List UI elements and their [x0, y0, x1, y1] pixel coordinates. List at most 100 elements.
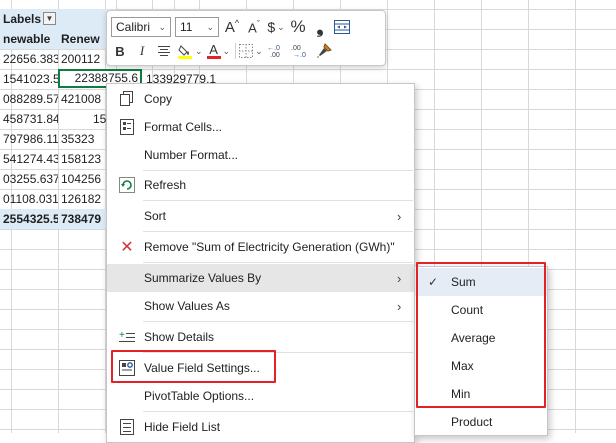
pivot-grand-total-row: 2554325.5 738479 [0, 209, 116, 229]
format-painter-button[interactable] [315, 41, 333, 61]
font-color-icon: A [206, 43, 221, 59]
highlight-box-value-field-settings [111, 350, 276, 383]
toolbar-separator [235, 43, 237, 59]
show-details-icon: + [118, 328, 136, 346]
align-center-icon [158, 46, 170, 56]
menu-item-label: Show Values As [144, 299, 230, 313]
comma-style-button[interactable]: ❟ [311, 17, 329, 37]
increase-font-size-button[interactable]: A^ [223, 17, 241, 37]
font-size-value: 11 [180, 20, 193, 34]
increase-decimal-button[interactable]: ←.0 .00 [267, 41, 287, 61]
submenu-item-label: Product [451, 415, 493, 429]
menu-item-show-values-as[interactable]: Show Values As › [107, 292, 414, 320]
pivot-value-cell[interactable]: 797986.11 [0, 129, 58, 149]
bold-button[interactable]: B [111, 41, 129, 61]
currency-icon: $ [267, 19, 276, 35]
pivot-value-cell[interactable]: 01108.031 [0, 189, 58, 209]
fill-color-icon [178, 45, 192, 59]
pivot-data-row: 01108.031 126182 [0, 189, 116, 209]
menu-item-label: Copy [144, 92, 173, 106]
menu-item-pivottable-options[interactable]: PivotTable Options... [107, 382, 414, 410]
close-icon: ✕ [120, 239, 134, 256]
menu-item-refresh[interactable]: Refresh [107, 171, 414, 199]
menu-item-hide-field-list[interactable]: Hide Field List [107, 413, 414, 441]
menu-item-show-details[interactable]: + Show Details [107, 323, 414, 351]
chevron-down-icon: ⌄ [222, 45, 231, 56]
font-color-button[interactable]: A ⌄ [206, 41, 231, 61]
pivot-data-row: 541274.43 158123 [0, 149, 116, 169]
pivot-header-row: Labels [0, 9, 116, 29]
chevron-down-icon: ⌄ [195, 45, 203, 56]
percent-style-button[interactable]: % [289, 17, 307, 37]
decrease-font-size-button[interactable]: Aˇ [245, 17, 263, 37]
merge-center-icon [334, 20, 350, 34]
format-cells-icon [118, 118, 136, 136]
svg-text:→.0: →.0 [293, 52, 306, 58]
menu-separator [143, 321, 413, 322]
menu-separator [143, 411, 413, 412]
borders-button[interactable]: ⌄ [239, 41, 263, 61]
menu-item-sort[interactable]: Sort › [107, 202, 414, 230]
font-name-value: Calibri [116, 20, 151, 34]
chevron-right-icon: › [397, 298, 402, 314]
pivot-value-cell[interactable]: 088289.57 [0, 89, 58, 109]
comma-icon: ❟ [316, 16, 324, 37]
svg-text:+: + [119, 330, 125, 341]
filter-dropdown-button[interactable]: ▼ [43, 12, 56, 25]
context-menu: Copy Format Cells... Number Format... Re… [106, 83, 415, 443]
menu-item-label: Summarize Values By [144, 271, 262, 285]
pivot-value-cell[interactable]: 03255.637 [0, 169, 58, 189]
copy-icon [118, 90, 136, 108]
menu-item-label: Refresh [144, 178, 187, 192]
menu-separator [143, 200, 413, 201]
pivot-data-row: 797986.11 35323 [0, 129, 116, 149]
mini-toolbar-row-1: Calibri ⌄ 11 ⌄ A^ Aˇ $ ⌄ % ❟ [111, 15, 355, 39]
menu-item-format-cells[interactable]: Format Cells... [107, 113, 414, 141]
pivot-data-row: 03255.637 104256 [0, 169, 116, 189]
menu-item-label: Format Cells... [144, 120, 223, 134]
pivot-data-row: 1541023.5 [0, 69, 58, 89]
pivot-data-row: 088289.57 421008 [0, 89, 116, 109]
pivot-value-cell[interactable]: 458731.84 [0, 109, 58, 129]
decrease-decimal-icon: .00 →.0 [291, 45, 306, 58]
italic-button[interactable]: I [133, 41, 151, 61]
field-list-icon [118, 418, 136, 436]
submenu-item-product[interactable]: Product [415, 408, 547, 436]
svg-text:.00: .00 [270, 52, 280, 58]
shrink-font-icon: Aˇ [248, 18, 260, 36]
font-name-dropdown[interactable]: Calibri ⌄ [111, 17, 171, 37]
italic-icon: I [139, 43, 145, 58]
decrease-decimal-button[interactable]: .00 →.0 [291, 41, 311, 61]
pivot-total-cell[interactable]: 2554325.5 [0, 209, 58, 229]
percent-icon: % [290, 17, 306, 36]
pivot-data-row: 458731.84 154 [0, 109, 116, 129]
menu-item-label: Remove "Sum of Electricity Generation (G… [144, 240, 395, 254]
merge-center-button[interactable] [333, 17, 351, 37]
increase-decimal-icon: ←.0 .00 [267, 45, 280, 58]
svg-text:←.0: ←.0 [267, 45, 280, 52]
menu-item-remove-field[interactable]: ✕ Remove "Sum of Electricity Generation … [107, 233, 414, 261]
mini-format-toolbar: Calibri ⌄ 11 ⌄ A^ Aˇ $ ⌄ % ❟ B I ⌄ A ⌄ ⌄… [106, 10, 386, 66]
menu-item-copy[interactable]: Copy [107, 85, 414, 113]
fill-color-button[interactable]: ⌄ [177, 41, 203, 61]
format-painter-icon [316, 43, 332, 58]
align-center-button[interactable] [155, 41, 173, 61]
menu-separator [143, 231, 413, 232]
bold-icon: B [115, 43, 125, 59]
pivot-column-header[interactable]: newable [0, 29, 58, 49]
menu-item-label: Number Format... [144, 148, 239, 162]
menu-item-label: Hide Field List [144, 420, 221, 434]
menu-separator [143, 262, 413, 263]
pivot-value-cell[interactable]: 541274.43 [0, 149, 58, 169]
currency-format-button[interactable]: $ ⌄ [267, 17, 285, 37]
menu-item-number-format[interactable]: Number Format... [107, 141, 414, 169]
pivot-value-cell[interactable]: 1541023.5 [0, 69, 58, 89]
pivot-subheader-row: newable Renew [0, 29, 116, 49]
menu-item-label: PivotTable Options... [144, 389, 255, 403]
chevron-right-icon: › [397, 208, 402, 224]
font-size-dropdown[interactable]: 11 ⌄ [175, 17, 219, 37]
menu-item-label: Show Details [144, 330, 215, 344]
chevron-right-icon: › [397, 270, 402, 286]
menu-item-summarize-values-by[interactable]: Summarize Values By › [107, 264, 414, 292]
pivot-value-cell[interactable]: 22656.383 [0, 49, 58, 69]
